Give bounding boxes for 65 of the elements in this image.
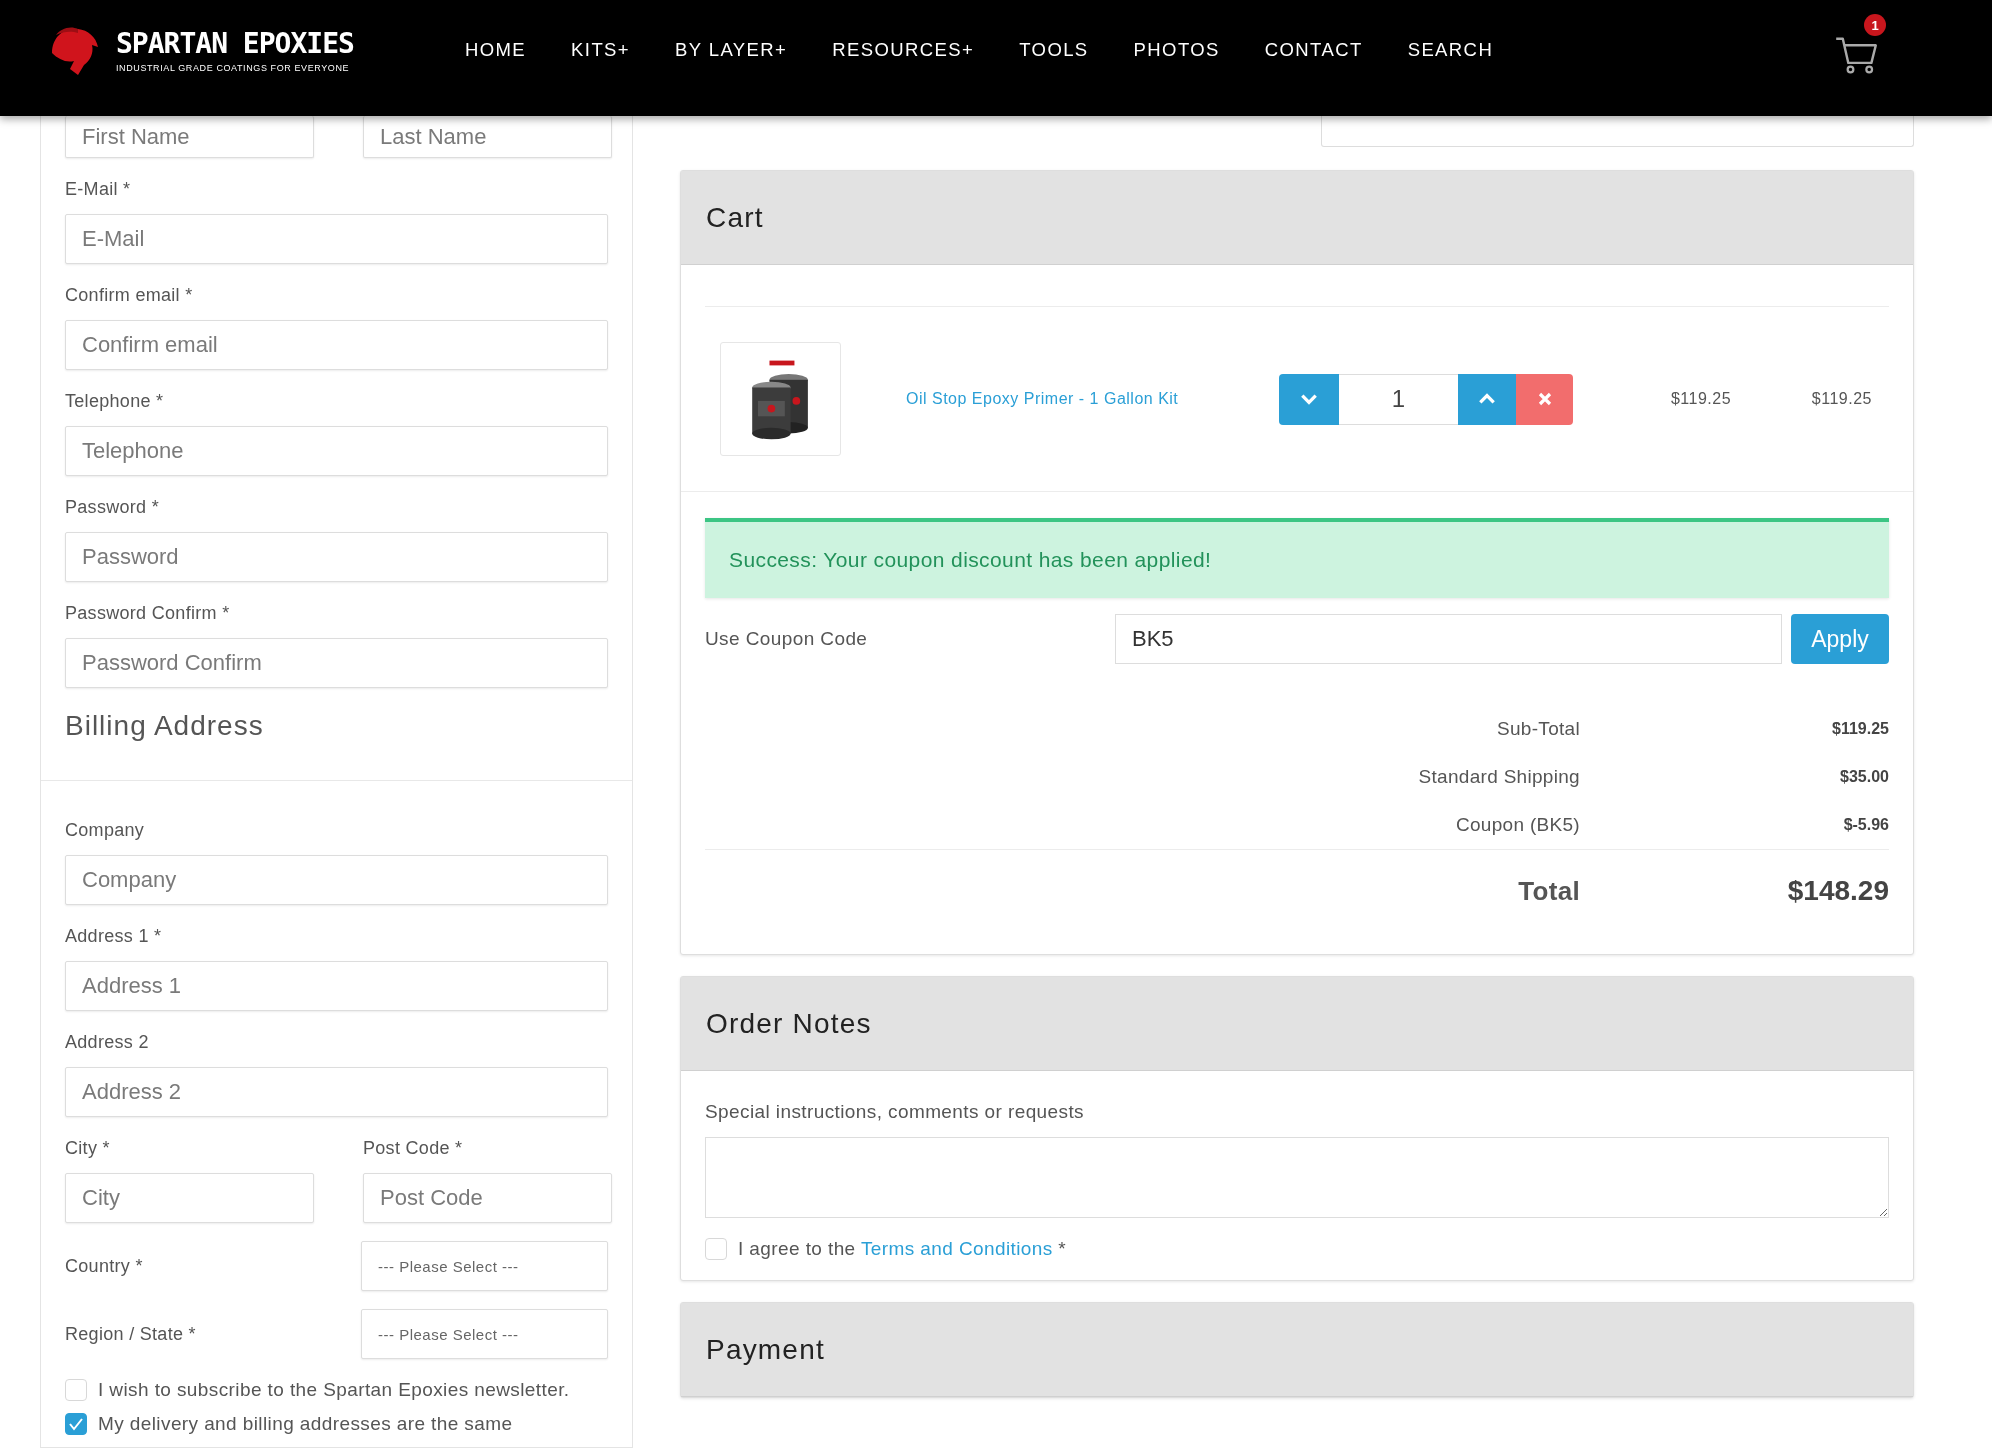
unit-price: $119.25 (1669, 390, 1733, 408)
field-label: Post Code * (363, 1137, 464, 1160)
input-field[interactable]: First Name (65, 116, 314, 158)
field-label: Region / State * (65, 1323, 196, 1346)
input-field[interactable]: City (65, 1173, 314, 1223)
field-label: E-Mail * (65, 178, 132, 201)
nav-link[interactable]: PHOTOS (1133, 39, 1220, 61)
input-field[interactable]: Address 2 (65, 1067, 608, 1117)
field-label: Country * (65, 1255, 143, 1278)
field-label: Company (65, 819, 146, 842)
nav-link[interactable]: SEARCH (1407, 39, 1494, 61)
nav-link[interactable]: TOOLS (1019, 39, 1089, 61)
input-field[interactable]: Confirm email (65, 320, 608, 370)
input-field[interactable]: Telephone (65, 426, 608, 476)
coupon-field[interactable]: BK5 (1115, 614, 1782, 664)
total-label: Coupon (BK5) (1455, 814, 1580, 836)
field-label: City * (65, 1137, 111, 1160)
field-label: Telephone * (65, 390, 165, 413)
quantity-field[interactable]: 1 (1339, 373, 1458, 425)
nav-link[interactable]: CONTACT (1264, 39, 1363, 61)
tagline: INDUSTRIAL GRADE COATINGS FOR EVERYONE (116, 62, 351, 73)
total-value: $35.00 (1840, 768, 1889, 786)
input-field[interactable]: Address 1 (65, 961, 608, 1011)
line-total: $119.25 (1810, 390, 1873, 408)
checkbox-label: My delivery and billing addresses are the same (98, 1413, 513, 1435)
nav-link[interactable]: BY LAYER+ (675, 39, 788, 61)
field-label: Password Confirm * (65, 602, 231, 625)
input-field[interactable]: Post Code (363, 1173, 612, 1223)
input-field[interactable]: E-Mail (65, 214, 608, 264)
dropdown[interactable]: --- Please Select --- (361, 1241, 608, 1291)
checkbox-label: I agree to the Terms and Conditions * (738, 1238, 1067, 1260)
checkbox[interactable] (65, 1413, 87, 1435)
increase-button[interactable] (1458, 373, 1516, 425)
field-label: Address 1 * (65, 925, 163, 948)
input-field[interactable]: Password (65, 532, 608, 582)
success-alert: Success: Your coupon discount has been applied! (705, 518, 1889, 598)
nav-link[interactable]: HOME (465, 39, 527, 61)
panel-heading: Order Notes (681, 977, 1913, 1071)
close-icon (1536, 391, 1553, 407)
total-value: $148.29 (1787, 875, 1889, 907)
dropdown[interactable]: --- Please Select --- (361, 1309, 608, 1359)
input-field[interactable]: Last Name (363, 116, 612, 158)
decrease-button[interactable] (1279, 373, 1339, 425)
panel-heading: Cart (681, 171, 1913, 265)
nav-link[interactable]: RESOURCES+ (832, 39, 975, 61)
field-label: Special instructions, comments or requests (705, 1100, 1085, 1124)
product-thumbnail[interactable] (720, 342, 841, 456)
total-label: Total (1517, 875, 1580, 907)
field-label: Password * (65, 496, 161, 519)
field-label: Confirm email * (65, 284, 194, 307)
remove-button[interactable] (1516, 373, 1573, 425)
cart-count-badge: 1 (1864, 14, 1886, 36)
section-heading: Billing Address (65, 709, 265, 743)
panel-heading: Payment (681, 1303, 1913, 1397)
total-label: Standard Shipping (1417, 766, 1580, 788)
total-value: $119.25 (1832, 720, 1889, 738)
checkbox-label: I wish to subscribe to the Spartan Epoxies newsletter. (98, 1379, 570, 1401)
field-label: Address 2 (65, 1031, 150, 1054)
total-value: $-5.96 (1843, 816, 1889, 834)
field-label: Use Coupon Code (705, 628, 869, 650)
nav-link[interactable]: KITS+ (571, 39, 631, 61)
input-field[interactable]: Password Confirm (65, 638, 608, 688)
logo-text[interactable]: SPARTAN EPOXIES (116, 27, 354, 60)
total-label: Sub-Total (1496, 718, 1580, 740)
input-field[interactable]: Company (65, 855, 608, 905)
